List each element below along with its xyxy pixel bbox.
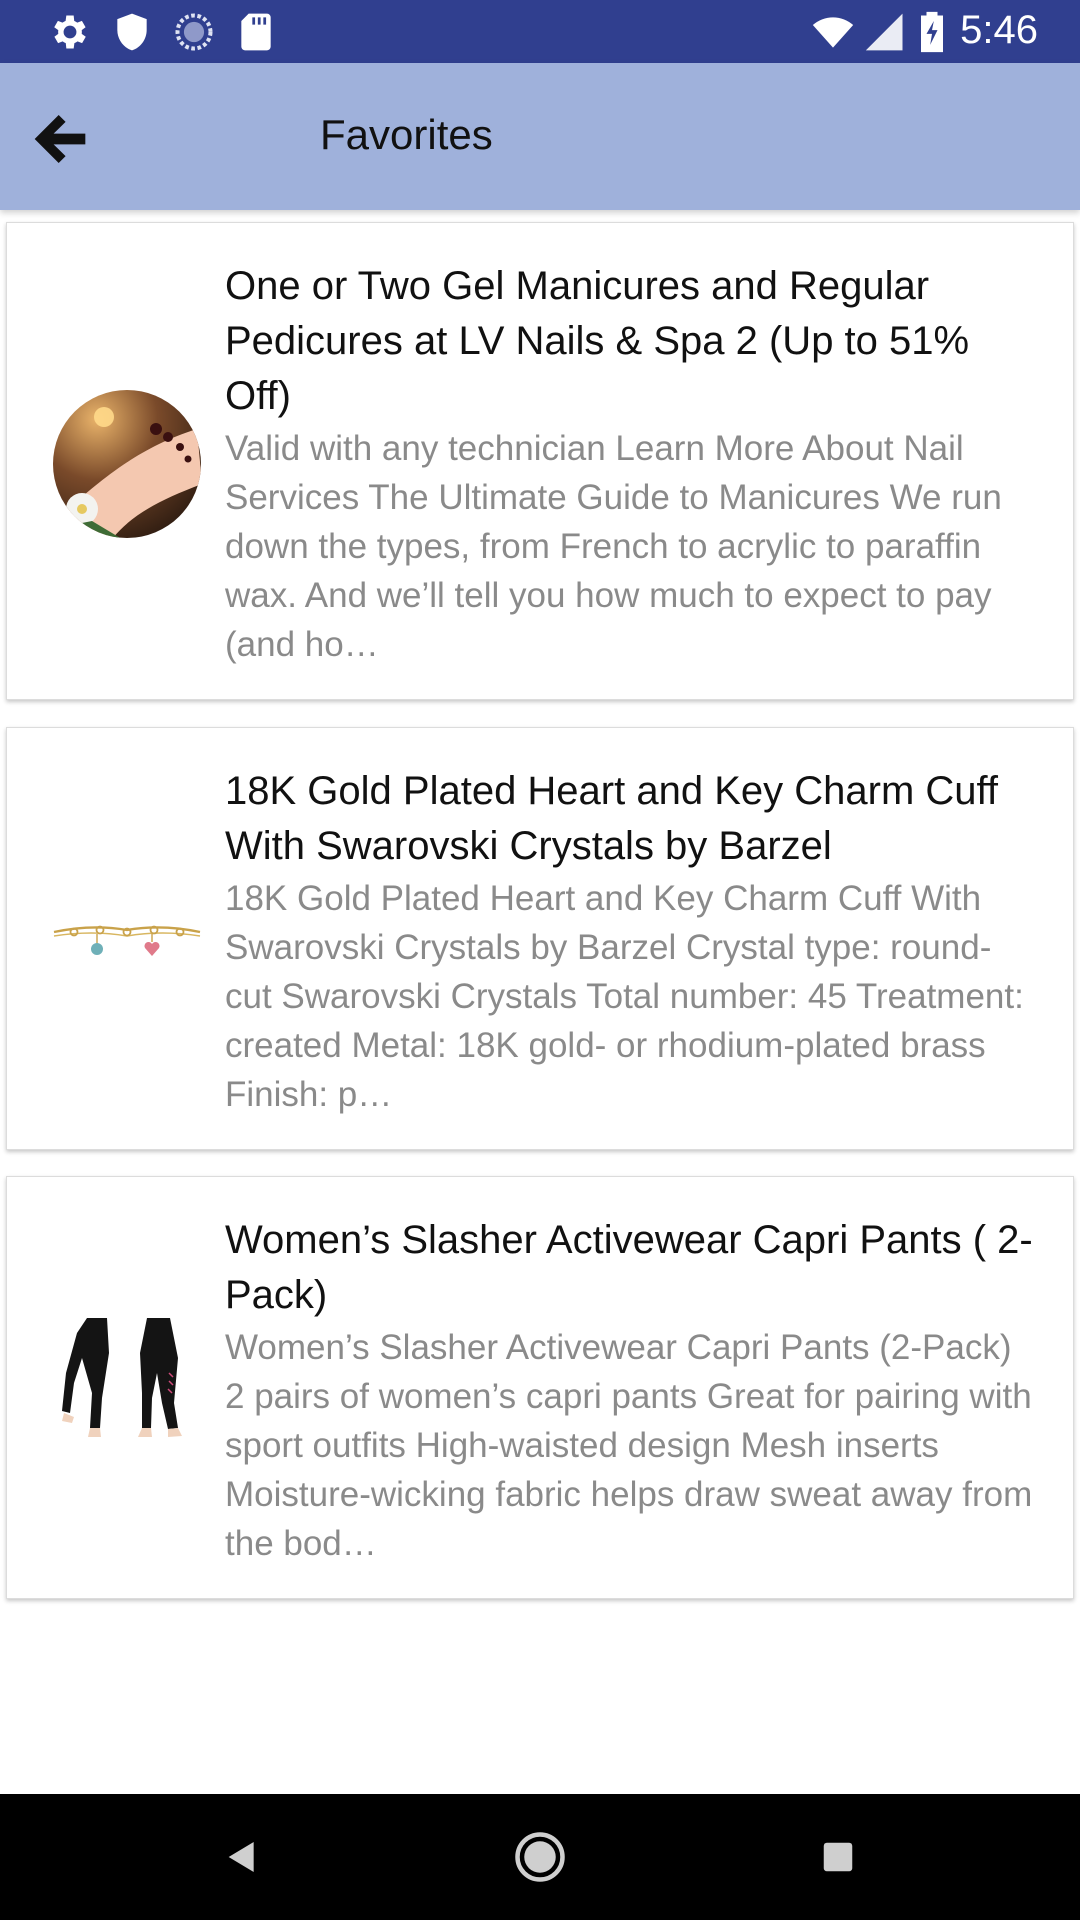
status-time: 5:46	[960, 8, 1038, 52]
app-bar: Favorites	[0, 63, 1080, 210]
recents-square-icon	[823, 1842, 853, 1872]
nav-back-button[interactable]	[202, 1824, 282, 1890]
favorite-card[interactable]: One or Two Gel Manicures and Regular Ped…	[6, 222, 1074, 700]
page-title: Favorites	[320, 111, 493, 158]
status-bar: 5:46	[0, 0, 1080, 63]
back-button[interactable]	[20, 99, 100, 179]
shield-icon	[117, 13, 147, 51]
favorite-description: Valid with any technician Learn More Abo…	[225, 429, 1002, 664]
capri-pants-photo	[52, 1313, 202, 1463]
sd-card-icon	[241, 13, 271, 51]
navigation-bar	[0, 1794, 1080, 1920]
favorite-description: Women’s Slasher Activewear Capri Pants (…	[225, 1328, 1033, 1563]
favorite-card[interactable]: 18K Gold Plated Heart and Key Charm Cuff…	[6, 727, 1074, 1150]
bracelet-photo	[52, 864, 202, 1014]
nav-home-button[interactable]	[500, 1824, 580, 1890]
battery-charging-icon	[921, 11, 943, 53]
cell-signal-icon	[865, 13, 903, 51]
back-triangle-icon	[228, 1842, 254, 1872]
favorite-description: 18K Gold Plated Heart and Key Charm Cuff…	[225, 879, 1024, 1114]
sync-icon	[175, 13, 213, 51]
pedicure-photo	[52, 389, 202, 539]
arrow-left-icon	[34, 115, 86, 163]
nav-recents-button[interactable]	[798, 1824, 878, 1890]
bracelet-image	[53, 925, 201, 956]
gear-icon	[54, 15, 86, 49]
favorite-title: 18K Gold Plated Heart and Key Charm Cuff…	[225, 769, 999, 868]
wifi-icon	[812, 17, 854, 48]
favorite-title: One or Two Gel Manicures and Regular Ped…	[225, 264, 970, 418]
home-circle-icon	[515, 1832, 565, 1882]
pedicure-image	[53, 390, 201, 538]
capri-pants-image	[62, 1318, 182, 1437]
favorite-title: Women’s Slasher Activewear Capri Pants (…	[225, 1218, 1033, 1317]
favorite-card[interactable]: Women’s Slasher Activewear Capri Pants (…	[6, 1176, 1074, 1599]
